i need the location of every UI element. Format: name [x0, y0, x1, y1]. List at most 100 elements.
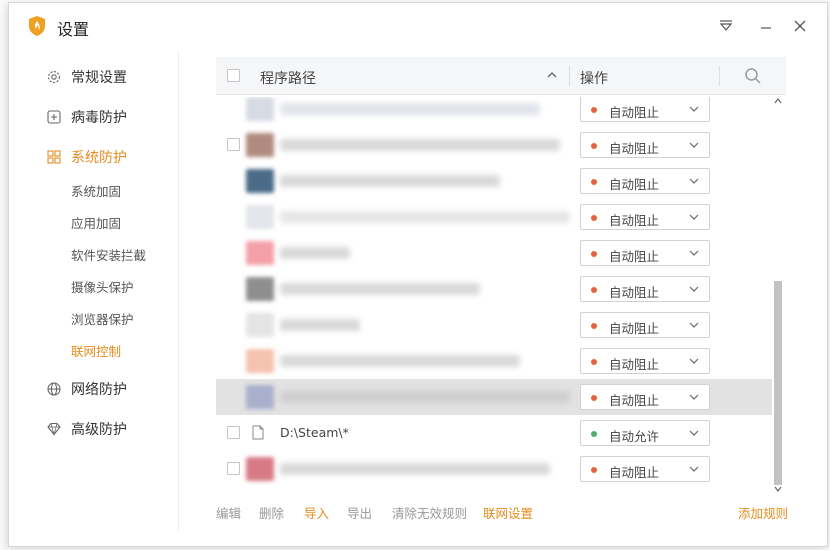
scroll-down-icon[interactable] — [774, 485, 782, 493]
blurred-path — [280, 211, 570, 223]
minimize-button[interactable] — [753, 13, 779, 39]
app-thumbnail — [246, 385, 274, 409]
grid-icon — [47, 150, 61, 164]
nav-virus-protection[interactable]: 病毒防护 — [47, 105, 127, 129]
action-select[interactable]: 自动阻止 — [580, 456, 710, 482]
row-checkbox[interactable] — [227, 138, 240, 151]
plus-box-icon — [47, 110, 61, 124]
table-row[interactable]: 自动阻止 — [216, 451, 772, 487]
app-thumbnail — [246, 169, 274, 193]
table-row[interactable]: 自动阻止 — [216, 163, 772, 199]
row-checkbox[interactable] — [227, 462, 240, 475]
close-icon — [794, 20, 806, 32]
subnav-install-block[interactable]: 软件安装拦截 — [71, 247, 146, 265]
blurred-path — [280, 139, 560, 151]
subnav-camera-protection[interactable]: 摄像头保护 — [71, 279, 134, 297]
network-settings-button[interactable]: 联网设置 — [483, 503, 533, 522]
chevron-down-icon — [689, 322, 699, 328]
table-row[interactable]: 自动阻止 — [216, 127, 772, 163]
action-select[interactable]: 自动阻止 — [580, 384, 710, 410]
table-row[interactable]: 自动阻止 — [216, 343, 772, 379]
app-thumbnail — [246, 97, 274, 121]
table-scrollbar[interactable] — [771, 97, 785, 497]
table-row[interactable]: 自动阻止 — [216, 307, 772, 343]
select-all-checkbox[interactable] — [227, 69, 240, 82]
nav-network-protection[interactable]: 网络防护 — [47, 377, 127, 401]
table-row[interactable]: 自动阻止 — [216, 235, 772, 271]
table-row-selected[interactable]: 自动阻止 — [216, 379, 772, 415]
background-app — [0, 0, 8, 550]
chevron-down-icon — [689, 466, 699, 472]
rules-table: 程序路径 操作 自动阻止 自动阻止 自动阻止 自动阻止 自动阻止 自动阻止 自动… — [216, 57, 786, 497]
action-label: 自动阻止 — [609, 285, 660, 300]
table-row[interactable]: 自动阻止 — [216, 271, 772, 307]
action-select[interactable]: 自动阻止 — [580, 348, 710, 374]
action-select[interactable]: 自动允许 — [580, 420, 710, 446]
status-dot — [591, 395, 597, 401]
nav-advanced-protection[interactable]: 高级防护 — [47, 417, 127, 441]
scroll-thumb[interactable] — [774, 281, 782, 485]
delete-button[interactable]: 删除 — [259, 503, 284, 522]
subnav-network-control[interactable]: 联网控制 — [71, 343, 121, 361]
clear-invalid-rules-button[interactable]: 清除无效规则 — [392, 503, 467, 522]
minimize-icon — [761, 27, 771, 29]
column-path-header: 程序路径 — [260, 71, 316, 87]
chevron-down-icon — [689, 394, 699, 400]
dropdown-menu-button[interactable] — [713, 13, 739, 39]
blurred-path — [280, 175, 500, 187]
table-row[interactable]: D:\Steam\* 自动允许 — [216, 415, 772, 451]
nav-network-label: 网络防护 — [71, 382, 127, 398]
subnav-system-hardening[interactable]: 系统加固 — [71, 183, 121, 201]
action-label: 自动阻止 — [609, 357, 660, 372]
nav-system-protection[interactable]: 系统防护 — [47, 145, 127, 169]
column-op-header: 操作 — [580, 71, 608, 87]
action-label: 自动阻止 — [609, 105, 660, 120]
row-checkbox[interactable] — [227, 426, 240, 439]
nav-general-settings[interactable]: 常规设置 — [47, 65, 127, 89]
column-divider — [719, 66, 720, 86]
status-dot — [591, 179, 597, 185]
window-title: 设置 — [57, 20, 90, 39]
nav-virus-label: 病毒防护 — [71, 110, 127, 126]
action-label: 自动阻止 — [609, 213, 660, 228]
chevron-down-icon — [689, 430, 699, 436]
gear-icon — [47, 70, 61, 84]
app-thumbnail — [246, 205, 274, 229]
action-select[interactable]: 自动阻止 — [580, 97, 710, 122]
app-thumbnail — [246, 349, 274, 373]
import-button[interactable]: 导入 — [304, 503, 329, 522]
chevron-down-icon — [689, 250, 699, 256]
subnav-app-hardening[interactable]: 应用加固 — [71, 215, 121, 233]
action-select[interactable]: 自动阻止 — [580, 168, 710, 194]
search-icon[interactable] — [744, 67, 762, 85]
sort-up-icon[interactable] — [546, 69, 558, 81]
table-row[interactable]: 自动阻止 — [216, 97, 772, 127]
blurred-path — [280, 319, 360, 331]
add-rule-button[interactable]: 添加规则 — [738, 503, 788, 522]
action-select[interactable]: 自动阻止 — [580, 312, 710, 338]
scroll-up-icon[interactable] — [774, 97, 782, 105]
blurred-path — [280, 355, 520, 367]
action-select[interactable]: 自动阻止 — [580, 276, 710, 302]
export-button[interactable]: 导出 — [347, 503, 372, 522]
status-dot — [591, 215, 597, 221]
app-thumbnail — [246, 457, 274, 481]
blurred-path — [280, 391, 570, 403]
action-select[interactable]: 自动阻止 — [580, 204, 710, 230]
table-footer: 编辑 删除 导入 导出 清除无效规则 联网设置 添加规则 — [216, 503, 791, 525]
status-dot — [591, 323, 597, 329]
action-select[interactable]: 自动阻止 — [580, 240, 710, 266]
edit-button[interactable]: 编辑 — [216, 503, 241, 522]
table-row[interactable]: 自动阻止 — [216, 199, 772, 235]
subnav-browser-protection[interactable]: 浏览器保护 — [71, 311, 134, 329]
diamond-icon — [47, 422, 61, 436]
action-label: 自动阻止 — [609, 249, 660, 264]
chevron-down-icon — [689, 106, 699, 112]
close-button[interactable] — [787, 13, 813, 39]
action-label: 自动阻止 — [609, 393, 660, 408]
chevron-down-icon — [689, 286, 699, 292]
settings-window: 设置 常规设置 病毒防护 系统防护 系统加固 应用加固 软件安装拦截 摄像头保护… — [8, 2, 828, 547]
chevron-down-icon — [689, 178, 699, 184]
nav-general-label: 常规设置 — [71, 70, 127, 86]
action-select[interactable]: 自动阻止 — [580, 132, 710, 158]
